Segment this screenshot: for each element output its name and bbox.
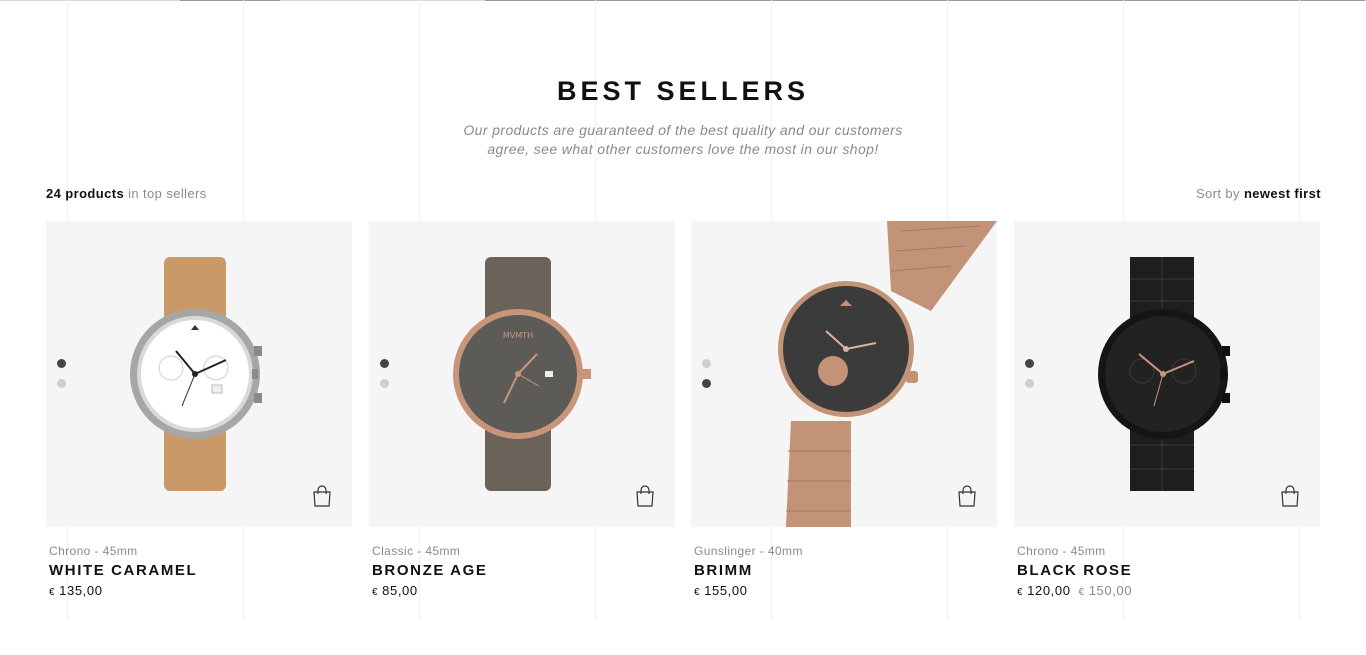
currency-symbol: € [1078,587,1085,598]
product-price: €120,00 €150,00 [1017,583,1132,598]
color-swatches [380,359,389,399]
page-title: BEST SELLERS [556,76,810,106]
product-count-label: in top sellers [124,186,207,201]
product-image[interactable] [691,221,997,527]
color-swatch[interactable] [380,379,389,388]
subtitle-line: agree, see what other customers love the… [487,141,879,157]
product-price: €85,00 [372,583,418,598]
color-swatch[interactable] [380,359,389,368]
price-value: 120,00 [1027,583,1071,598]
watch-image [778,221,997,527]
old-price-value: 150,00 [1088,583,1133,598]
price-value: 85,00 [382,583,418,598]
product-name[interactable]: BLACK ROSE [1017,562,1132,579]
product-collection: Gunslinger - 40mm [694,544,803,558]
product-name[interactable]: BRIMM [694,562,753,579]
product-image[interactable]: MVMTH [369,221,675,527]
watch-image [1098,257,1230,491]
price-value: 155,00 [704,583,748,598]
color-swatches [57,359,66,399]
product-card[interactable]: Gunslinger - 40mm BRIMM €155,00 [691,221,997,598]
color-swatch[interactable] [1025,379,1034,388]
product-card[interactable]: Chrono - 45mm BLACK ROSE €120,00 €150,00 [1014,221,1320,598]
shopping-bag-icon[interactable] [635,485,655,507]
sort-label: Sort by [1195,186,1244,201]
price-value: 135,00 [59,583,103,598]
product-collection: Chrono - 45mm [49,544,138,558]
color-swatch[interactable] [702,359,711,368]
currency-symbol: € [49,587,56,598]
old-price: €150,00 [1079,583,1133,598]
product-collection: Classic - 45mm [372,544,461,558]
subtitle-line: Our products are guaranteed of the best … [463,122,903,138]
shopping-bag-icon[interactable] [957,485,977,507]
product-count: 24 products in top sellers [46,186,207,201]
product-name[interactable]: WHITE CARAMEL [49,562,197,579]
sort-value[interactable]: newest first [1244,186,1321,201]
color-swatch[interactable] [1025,359,1034,368]
watch-image [130,257,262,491]
product-price: €155,00 [694,583,748,598]
color-swatch[interactable] [57,379,66,388]
color-swatch[interactable] [57,359,66,368]
color-swatch[interactable] [702,379,711,388]
watch-image: MVMTH [453,257,591,491]
top-divider [0,0,1366,1]
currency-symbol: € [1017,587,1024,598]
sort-control[interactable]: Sort by newest first [1196,186,1321,201]
product-image[interactable] [1014,221,1320,527]
svg-text:MVMTH: MVMTH [503,331,533,340]
currency-symbol: € [694,587,701,598]
page-subtitle: Our products are guaranteed of the best … [433,121,933,159]
product-price: €135,00 [49,583,103,598]
product-card[interactable]: Chrono - 45mm WHITE CARAMEL €135,00 [46,221,352,598]
product-name[interactable]: BRONZE AGE [372,562,487,579]
product-count-number: 24 products [46,186,125,201]
color-swatches [702,359,711,399]
product-card[interactable]: MVMTH Classic - 45mm BRONZE AGE €85,00 [369,221,675,598]
currency-symbol: € [372,587,379,598]
shopping-bag-icon[interactable] [312,485,332,507]
color-swatches [1025,359,1034,399]
product-collection: Chrono - 45mm [1017,544,1106,558]
product-image[interactable] [46,221,352,527]
shopping-bag-icon[interactable] [1280,485,1300,507]
